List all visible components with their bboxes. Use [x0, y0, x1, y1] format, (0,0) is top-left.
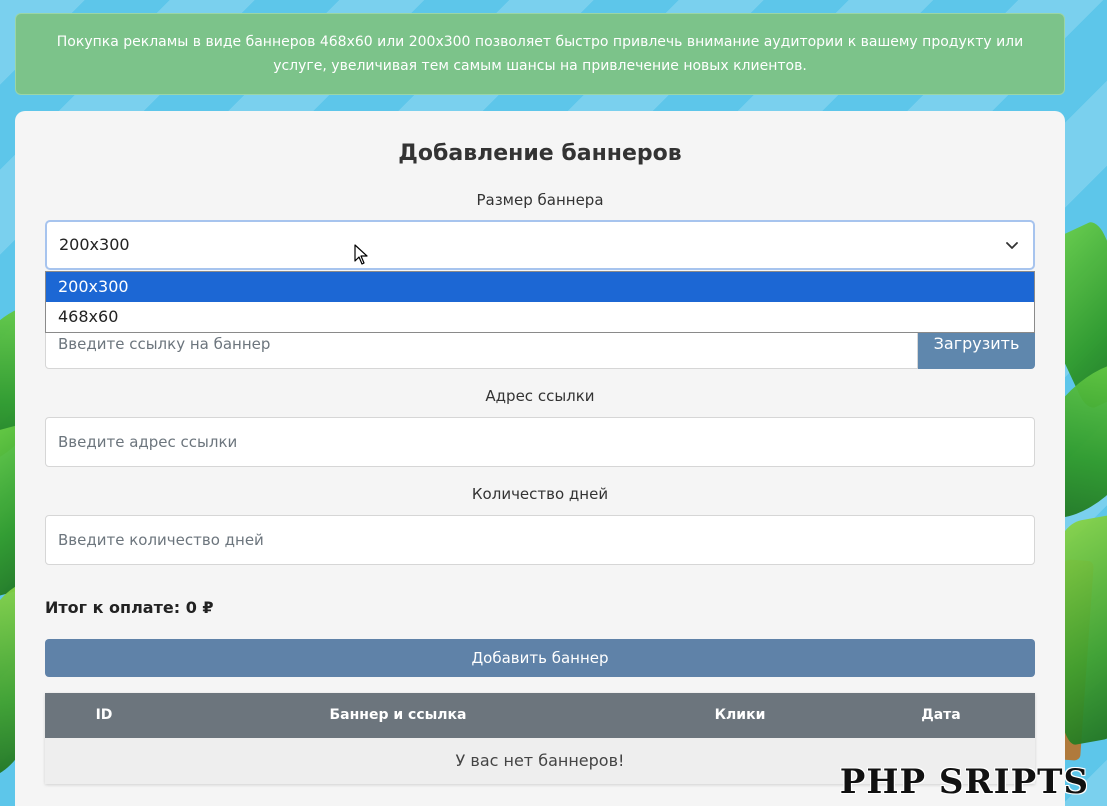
banner-size-select[interactable]: 200x300: [45, 220, 1035, 270]
add-banner-card: Добавление баннеров Размер баннера 200x3…: [15, 111, 1065, 806]
link-address-input[interactable]: Введите адрес ссылки: [45, 417, 1035, 467]
banner-size-selected-value: 200x300: [59, 235, 130, 254]
banner-size-label: Размер баннера: [476, 191, 604, 209]
add-banner-button[interactable]: Добавить баннер: [45, 639, 1035, 677]
table-header: ID Баннер и ссылка Клики Дата: [45, 693, 1035, 738]
dropdown-option-468x60[interactable]: 468x60: [46, 302, 1034, 332]
days-count-input[interactable]: Введите количество дней: [45, 515, 1035, 565]
total-label: Итог к оплате:: [45, 598, 181, 617]
days-count-label: Количество дней: [471, 485, 609, 503]
info-alert: Покупка рекламы в виде баннеров 468x60 и…: [15, 13, 1065, 95]
column-header-date: Дата: [921, 707, 961, 723]
column-header-banner: Баннер и ссылка: [329, 707, 467, 723]
banner-size-dropdown-list: 200x300 468x60: [45, 271, 1035, 333]
dropdown-option-200x300[interactable]: 200x300: [46, 272, 1034, 302]
watermark-text: PHP SRIPTS: [839, 762, 1089, 802]
total-value: 0 ₽: [185, 598, 214, 617]
mouse-cursor-icon: [354, 244, 368, 265]
column-header-id: ID: [95, 707, 113, 723]
column-header-clicks: Клики: [714, 707, 766, 723]
link-address-label: Адрес ссылки: [485, 387, 595, 405]
empty-message: У вас нет баннеров!: [455, 751, 625, 770]
page-title: Добавление баннеров: [398, 141, 682, 166]
chevron-down-icon: [1006, 242, 1018, 249]
total-to-pay: Итог к оплате: 0 ₽: [45, 598, 214, 617]
